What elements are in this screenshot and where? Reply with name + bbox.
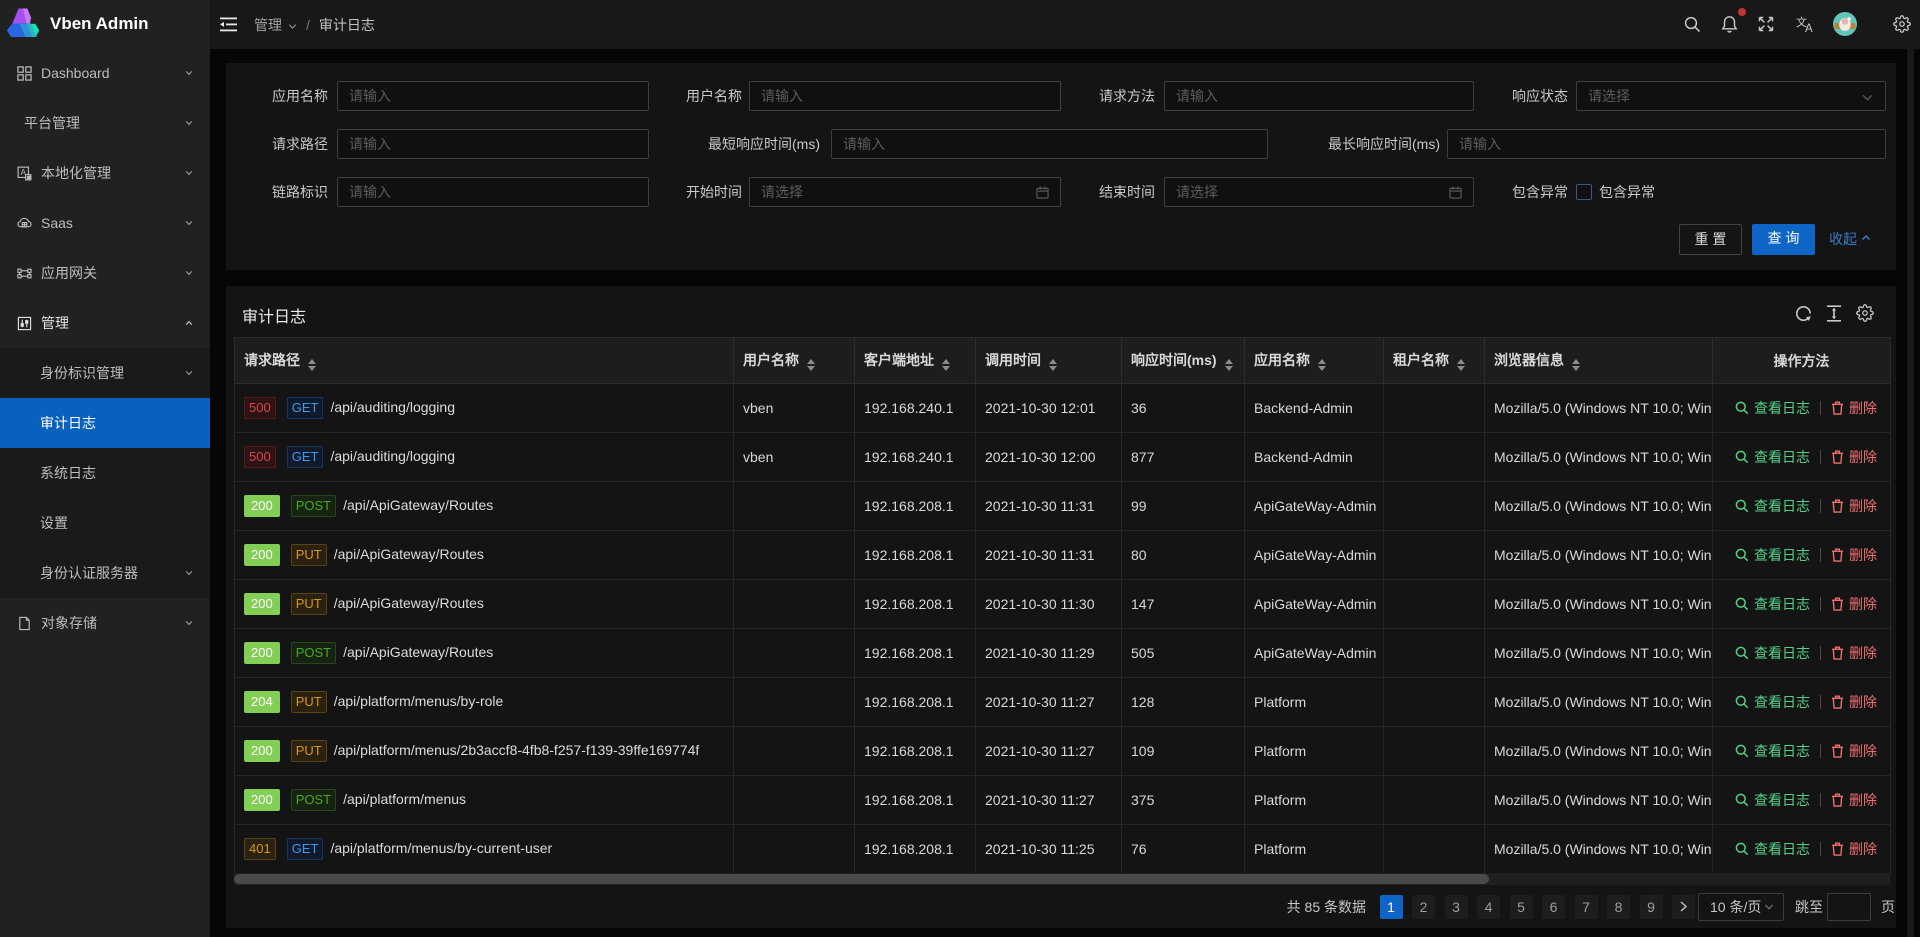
svg-text:A: A bbox=[1805, 23, 1813, 33]
